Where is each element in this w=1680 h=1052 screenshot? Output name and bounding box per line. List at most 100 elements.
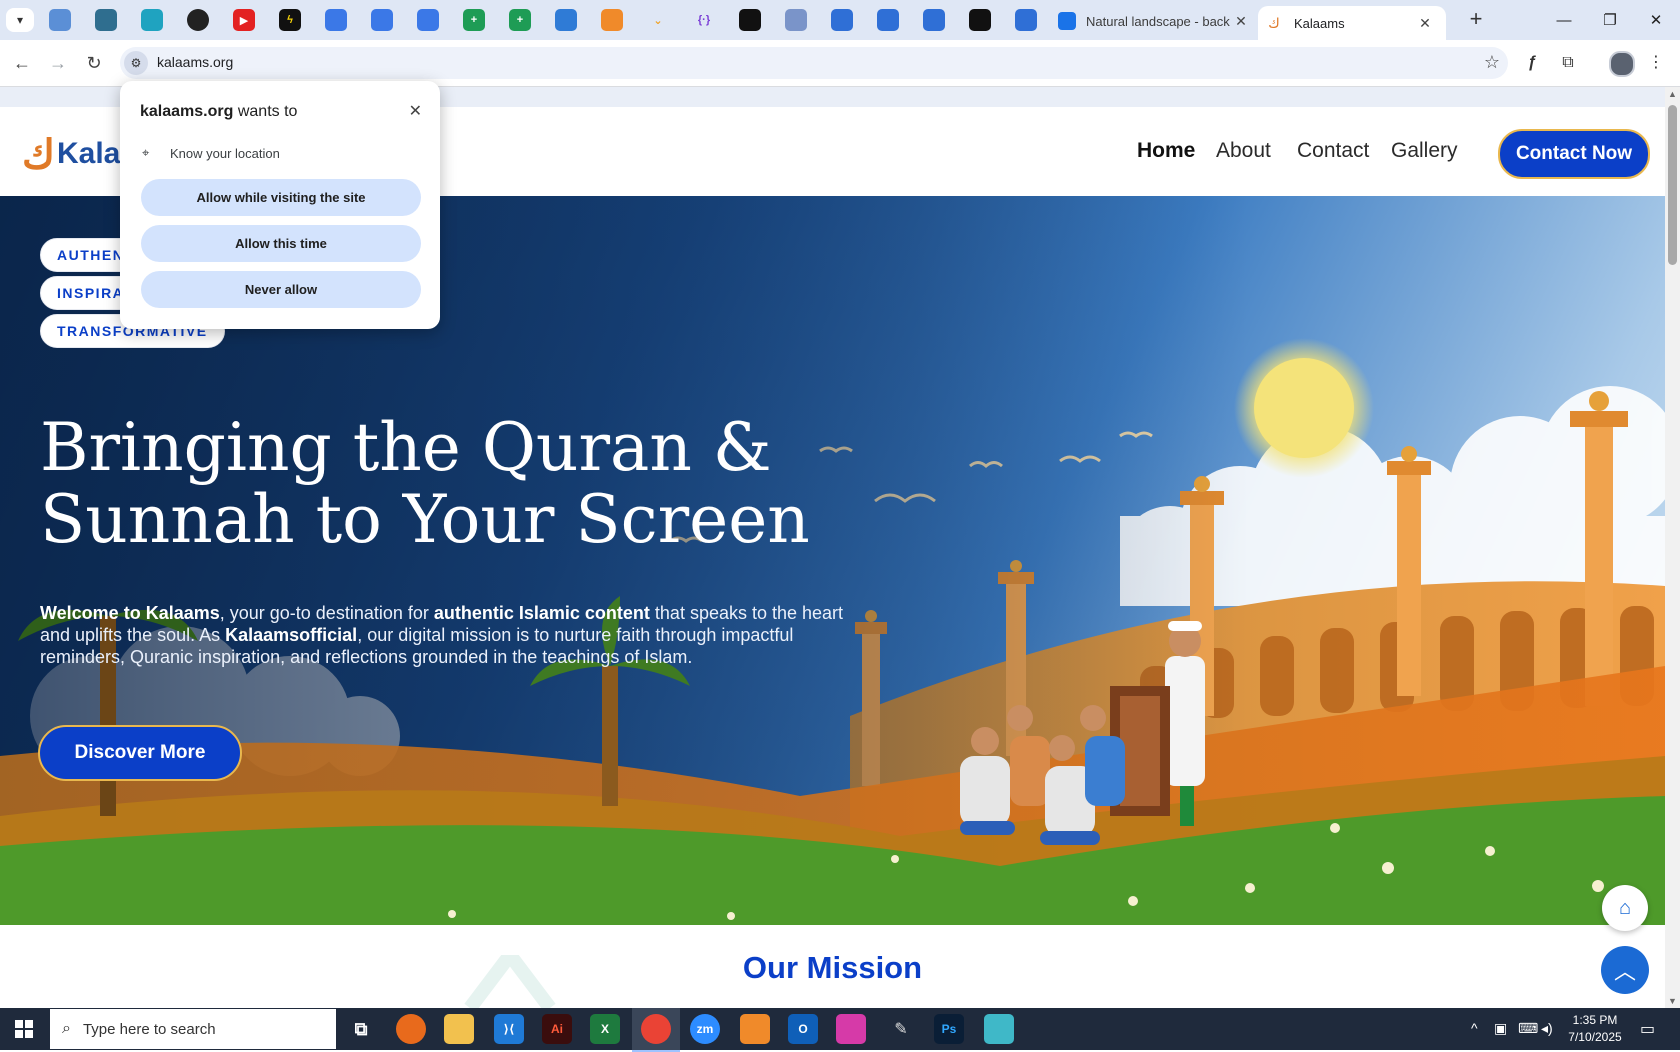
plus-icon: +: [516, 14, 524, 26]
excel-icon[interactable]: X: [590, 1014, 620, 1044]
pinned-tab[interactable]: [601, 9, 623, 31]
system-clock[interactable]: 1:35 PM 7/10/2025: [1560, 1012, 1630, 1046]
chrome-icon[interactable]: [641, 1014, 671, 1044]
tray-chevron-icon[interactable]: ^: [1471, 1020, 1478, 1036]
pinned-tab[interactable]: +: [463, 9, 485, 31]
clock-date: 7/10/2025: [1568, 1030, 1622, 1044]
search-icon: ⌕: [62, 1020, 71, 1037]
windows-taskbar: ⌕ Type here to search ⧉ ⟩⟨ Ai X zm O ✎ P…: [0, 1008, 1680, 1052]
never-allow-button[interactable]: Never allow: [141, 271, 421, 308]
vscode-icon[interactable]: ⟩⟨: [494, 1014, 524, 1044]
restore-button[interactable]: ❐: [1588, 6, 1632, 34]
permission-site: kalaams.org: [140, 103, 234, 120]
volume-icon[interactable]: ◂): [1541, 1020, 1553, 1037]
tab-title: Kalaams: [1294, 15, 1345, 31]
pinned-tab[interactable]: [325, 9, 347, 31]
photoshop-icon[interactable]: Ps: [934, 1014, 964, 1044]
notifications-icon[interactable]: ▭: [1640, 1019, 1655, 1039]
permission-title: kalaams.org wants to: [140, 103, 297, 121]
pinned-tab[interactable]: [49, 9, 71, 31]
hero-title-line: Bringing the Quran &: [40, 409, 772, 486]
page-scrollbar[interactable]: ▲ ▼: [1665, 87, 1680, 1008]
chevron-down-icon: ⌄: [653, 14, 663, 27]
hero-description: Welcome to Kalaams, your go-to destinati…: [40, 602, 860, 668]
tab-kalaams[interactable]: ﻙ Kalaams ✕: [1258, 6, 1446, 40]
app-icon[interactable]: [984, 1014, 1014, 1044]
pinned-tab[interactable]: +: [509, 9, 531, 31]
location-permission-popup: kalaams.org wants to ✕ ⌖ Know your locat…: [120, 81, 440, 329]
pinned-tab[interactable]: [371, 9, 393, 31]
mission-title: Our Mission: [742, 950, 923, 985]
braces-icon: {·}: [697, 14, 711, 26]
taskbar-search[interactable]: ⌕ Type here to search: [50, 1009, 336, 1049]
file-explorer-icon[interactable]: [444, 1014, 474, 1044]
scroll-thumb[interactable]: [1668, 105, 1677, 265]
minimize-button[interactable]: —: [1542, 6, 1586, 34]
kalaams-favicon-icon: ﻙ: [1268, 15, 1280, 31]
forward-button[interactable]: →: [46, 51, 70, 75]
permission-wants-to: wants to: [237, 103, 298, 120]
firefox-icon[interactable]: [396, 1014, 426, 1044]
tab-search-button[interactable]: ▾: [6, 8, 34, 32]
pinned-tab[interactable]: [877, 9, 899, 31]
site-settings-icon[interactable]: ⚙: [124, 51, 148, 75]
puzzle-icon[interactable]: ⧉: [1556, 51, 1580, 75]
hero-title-line: Sunnah to Your Screen: [40, 481, 810, 558]
close-icon[interactable]: ✕: [1416, 15, 1434, 32]
creative-cloud-icon[interactable]: [836, 1014, 866, 1044]
illustrator-icon[interactable]: Ai: [542, 1014, 572, 1044]
contact-now-button[interactable]: Contact Now: [1498, 129, 1650, 179]
location-pin-icon: ⌖: [142, 145, 150, 160]
outlook-icon[interactable]: O: [788, 1014, 818, 1044]
pinned-tab[interactable]: [187, 9, 209, 31]
zoom-icon[interactable]: zm: [690, 1014, 720, 1044]
clock-time: 1:35 PM: [1572, 1013, 1618, 1027]
pinned-tab[interactable]: [1015, 9, 1037, 31]
pen-tool-icon[interactable]: ✎: [886, 1014, 916, 1044]
pinned-tab[interactable]: [831, 9, 853, 31]
close-window-button[interactable]: ✕: [1634, 6, 1678, 34]
nav-contact[interactable]: Contact: [1297, 139, 1369, 163]
omnibox[interactable]: ⚙ kalaams.org ☆: [120, 47, 1508, 79]
tab-natural-landscape[interactable]: Natural landscape - back ✕: [1054, 6, 1250, 36]
nav-home[interactable]: Home: [1137, 139, 1195, 163]
pinned-tab[interactable]: [739, 9, 761, 31]
allow-this-time-button[interactable]: Allow this time: [141, 225, 421, 262]
back-button[interactable]: ←: [10, 51, 34, 75]
dome-icon[interactable]: ⌂: [1602, 885, 1648, 931]
xampp-icon[interactable]: [740, 1014, 770, 1044]
pinned-tab[interactable]: [417, 9, 439, 31]
extension-icon[interactable]: ƒ: [1520, 51, 1544, 75]
pinned-tab[interactable]: [141, 9, 163, 31]
hero-title: Bringing the Quran & Sunnah to Your Scre…: [40, 412, 860, 556]
pinned-tab[interactable]: [785, 9, 807, 31]
pinned-tab[interactable]: ⌄: [647, 9, 669, 31]
network-icon[interactable]: ⌨: [1518, 1020, 1538, 1037]
new-tab-button[interactable]: +: [1464, 8, 1488, 32]
pinned-tab[interactable]: [555, 9, 577, 31]
pinned-tab[interactable]: [923, 9, 945, 31]
tray-app-icon[interactable]: ▣: [1494, 1020, 1507, 1037]
logo-mark-icon: ﻙ: [22, 130, 55, 178]
pinned-tab[interactable]: [95, 9, 117, 31]
menu-dots-icon[interactable]: ⋮: [1644, 51, 1668, 75]
bolt-icon: ϟ: [287, 14, 293, 26]
url-text[interactable]: kalaams.org: [157, 54, 233, 70]
scroll-up-icon[interactable]: ▲: [1668, 89, 1677, 99]
allow-while-visiting-button[interactable]: Allow while visiting the site: [141, 179, 421, 216]
scroll-down-icon[interactable]: ▼: [1668, 996, 1677, 1006]
start-button[interactable]: [0, 1008, 48, 1050]
reload-button[interactable]: ↻: [82, 51, 106, 75]
nav-about[interactable]: About: [1216, 139, 1271, 163]
discover-more-button[interactable]: Discover More: [38, 725, 242, 781]
profile-avatar[interactable]: [1609, 51, 1635, 77]
close-icon[interactable]: ✕: [1232, 13, 1250, 30]
bookmark-star-icon[interactable]: ☆: [1484, 52, 1500, 73]
task-view-icon[interactable]: ⧉: [346, 1014, 376, 1044]
pinned-tab[interactable]: [969, 9, 991, 31]
nav-gallery[interactable]: Gallery: [1391, 139, 1458, 163]
pinned-tab[interactable]: {·}: [693, 9, 715, 31]
close-icon[interactable]: ✕: [409, 101, 422, 121]
pinned-tab[interactable]: ▶: [233, 9, 255, 31]
pinned-tab[interactable]: ϟ: [279, 9, 301, 31]
